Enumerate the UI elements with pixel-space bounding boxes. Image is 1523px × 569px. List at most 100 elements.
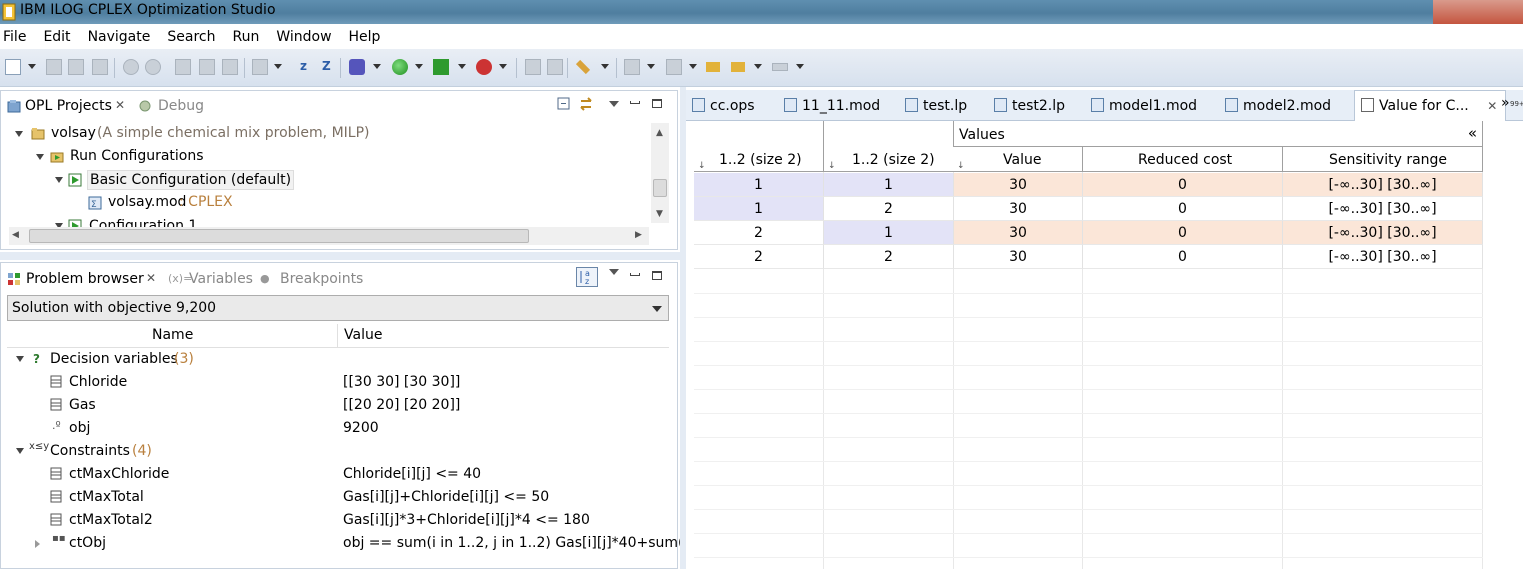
table-cell[interactable]: 30 xyxy=(954,197,1083,221)
tree-item-configuration-1[interactable]: Configuration 1 xyxy=(1,215,649,227)
table-cell[interactable]: [-∞..30] [30..∞] xyxy=(1283,173,1483,197)
chevron-down-icon[interactable] xyxy=(647,64,655,69)
tools-icon[interactable] xyxy=(575,59,591,75)
column-header-sensitivity-range[interactable]: Sensitivity range xyxy=(1283,147,1483,172)
view-menu-icon[interactable] xyxy=(609,269,619,275)
maximize-icon[interactable] xyxy=(652,99,662,108)
cut-icon[interactable] xyxy=(175,59,191,75)
tree-item-basic-configuration[interactable]: Basic Configuration (default) xyxy=(1,169,649,192)
chevron-down-icon[interactable] xyxy=(36,154,44,160)
save-all-icon[interactable] xyxy=(68,59,84,75)
chevron-down-icon[interactable] xyxy=(15,131,23,137)
sash[interactable] xyxy=(680,87,686,569)
tree-item-volsay[interactable]: volsay (A simple chemical mix problem, M… xyxy=(1,123,649,146)
table-cell[interactable]: 2 xyxy=(824,245,954,269)
tree-item-gas[interactable]: Gas [[20 20] [20 20]] xyxy=(7,394,667,417)
tree-item-run-configurations[interactable]: Run Configurations xyxy=(1,146,649,169)
column-name[interactable]: Name xyxy=(152,327,193,343)
tree-item-ctmaxchloride[interactable]: ctMaxChloride Chloride[i][j] <= 40 xyxy=(7,463,667,486)
scroll-thumb[interactable] xyxy=(653,179,667,197)
scroll-right-icon[interactable]: ▶ xyxy=(635,230,642,240)
menu-window[interactable]: Window xyxy=(273,29,331,45)
tab-model1-mod[interactable]: model1.mod xyxy=(1091,98,1197,114)
projects-vertical-scrollbar[interactable]: ▲ ▼ xyxy=(651,123,669,223)
view-menu-icon[interactable] xyxy=(609,101,619,107)
debug-icon[interactable] xyxy=(349,59,365,75)
maximize-icon[interactable] xyxy=(652,271,662,280)
stop-icon[interactable] xyxy=(476,59,492,75)
tab-overflow-icon[interactable]: » xyxy=(1501,95,1510,111)
chevron-right-icon[interactable] xyxy=(35,540,40,548)
chevron-down-icon[interactable] xyxy=(415,64,423,69)
tab-debug[interactable]: Debug xyxy=(158,98,204,114)
tab-problem-browser[interactable]: Problem browser xyxy=(26,271,144,287)
menu-run[interactable]: Run xyxy=(229,29,259,45)
print-icon[interactable] xyxy=(92,59,108,75)
index-header-1[interactable]: 1..2 (size 2) ↓ xyxy=(694,121,824,172)
back-icon[interactable] xyxy=(731,62,745,72)
copy-icon[interactable] xyxy=(199,59,215,75)
scroll-up-icon[interactable]: ▲ xyxy=(656,128,663,138)
table-cell[interactable]: [-∞..30] [30..∞] xyxy=(1283,197,1483,221)
tree-item-obj[interactable]: .º obj 9200 xyxy=(7,417,667,440)
redo-icon[interactable] xyxy=(145,59,161,75)
chevron-down-icon[interactable] xyxy=(373,64,381,69)
index-header-2[interactable]: 1..2 (size 2) ↓ xyxy=(824,121,954,172)
next-annotation-icon[interactable] xyxy=(624,59,640,75)
table-cell[interactable]: 0 xyxy=(1083,245,1283,269)
chevron-down-icon[interactable] xyxy=(28,64,36,69)
table-cell[interactable]: 1 xyxy=(824,173,954,197)
scroll-down-icon[interactable]: ▼ xyxy=(656,209,663,219)
tree-item-ctmaxtotal[interactable]: ctMaxTotal Gas[i][j]+Chloride[i][j] <= 5… xyxy=(7,486,667,509)
format-icon[interactable] xyxy=(252,59,268,75)
chevron-down-icon[interactable] xyxy=(274,64,282,69)
last-edit-icon[interactable] xyxy=(706,62,720,72)
close-icon[interactable]: ✕ xyxy=(146,271,156,285)
chevron-down-icon[interactable] xyxy=(689,64,697,69)
chevron-down-icon[interactable] xyxy=(16,448,24,454)
tree-item-decision-variables[interactable]: ? Decision variables (3) xyxy=(7,348,667,371)
table-cell[interactable]: 30 xyxy=(954,245,1083,269)
sash[interactable] xyxy=(0,252,680,260)
collapse-columns-icon[interactable]: « xyxy=(1468,124,1477,142)
chevron-down-icon[interactable] xyxy=(458,64,466,69)
menu-navigate[interactable]: Navigate xyxy=(85,29,151,45)
table-cell[interactable]: 2 xyxy=(694,221,824,245)
chevron-down-icon[interactable] xyxy=(55,177,63,183)
chevron-down-icon[interactable] xyxy=(601,64,609,69)
close-window-button[interactable] xyxy=(1433,0,1523,24)
zoom-in-icon[interactable]: z xyxy=(300,59,307,73)
column-header-value[interactable]: Value ↓ xyxy=(953,147,1083,172)
table-cell[interactable]: 1 xyxy=(694,173,824,197)
table-cell[interactable]: 1 xyxy=(824,221,954,245)
tree-item-ctobj[interactable]: ▪▪ ctObj obj == sum(i in 1..2, j in 1..2… xyxy=(7,532,705,555)
tab-opl-projects[interactable]: OPL Projects xyxy=(25,98,112,114)
tab-breakpoints[interactable]: Breakpoints xyxy=(280,271,363,287)
column-value[interactable]: Value xyxy=(344,327,382,343)
menu-file[interactable]: File xyxy=(0,29,26,45)
table-cell[interactable]: 0 xyxy=(1083,197,1283,221)
chevron-down-icon[interactable] xyxy=(16,356,24,362)
table-cell[interactable]: 0 xyxy=(1083,173,1283,197)
tab-value-for-c[interactable]: Value for C... ✕ xyxy=(1354,90,1507,121)
solution-select[interactable]: Solution with objective 9,200 xyxy=(7,295,669,321)
table-cell[interactable]: [-∞..30] [30..∞] xyxy=(1283,221,1483,245)
tab-cc-ops[interactable]: cc.ops xyxy=(692,98,755,114)
tree-item-constraints[interactable]: x≤y Constraints (4) xyxy=(7,440,667,463)
chevron-down-icon[interactable] xyxy=(754,64,762,69)
undo-icon[interactable] xyxy=(123,59,139,75)
table-cell[interactable]: 2 xyxy=(824,197,954,221)
maximize-button[interactable] xyxy=(1371,0,1433,24)
pause-icon[interactable] xyxy=(525,59,541,75)
tree-item-volsay-mod[interactable]: Σ volsay.mod : CPLEX xyxy=(1,192,649,215)
tab-model2-mod[interactable]: model2.mod xyxy=(1225,98,1331,114)
chevron-down-icon[interactable] xyxy=(652,306,662,312)
table-cell[interactable]: 30 xyxy=(954,221,1083,245)
tab-test2-lp[interactable]: test2.lp xyxy=(994,98,1065,114)
chevron-down-icon[interactable] xyxy=(796,64,804,69)
close-icon[interactable]: ✕ xyxy=(1487,99,1497,113)
minimize-button[interactable] xyxy=(1309,0,1371,24)
minimize-icon[interactable] xyxy=(630,101,640,104)
table-cell[interactable]: 30 xyxy=(954,173,1083,197)
zoom-out-icon[interactable]: Z xyxy=(322,59,331,73)
